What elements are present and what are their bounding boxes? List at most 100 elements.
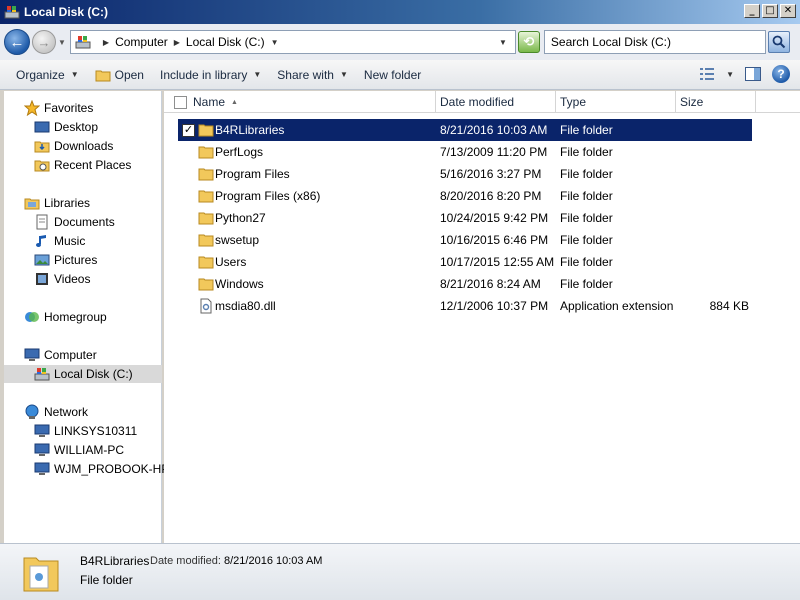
column-header-name[interactable]: Name ▲	[164, 91, 436, 113]
preview-pane-button[interactable]	[742, 63, 764, 85]
breadcrumb-computer[interactable]: Computer	[115, 35, 168, 49]
column-header-date-label: Date modified	[440, 95, 515, 109]
nav-computer[interactable]: Computer	[24, 346, 182, 364]
file-name: Windows	[215, 277, 264, 291]
breadcrumb-local-disk[interactable]: Local Disk (C:)	[186, 35, 265, 49]
folder-icon	[198, 168, 214, 181]
arrow-right-icon: →	[37, 34, 51, 50]
file-type: File folder	[560, 167, 613, 181]
computer-icon	[24, 347, 40, 363]
chevron-down-icon[interactable]: ▼	[726, 70, 734, 79]
details-pane: B4RLibraries Date modified: 8/21/2016 10…	[0, 543, 800, 600]
organize-label: Organize	[16, 67, 65, 82]
search-input[interactable]: Search Local Disk (C:)	[543, 30, 766, 54]
file-date: 7/13/2009 11:20 PM	[440, 145, 548, 159]
videos-icon	[34, 271, 50, 287]
nav-network-wjm-probook-label: WJM_PROBOOK-HP	[54, 462, 170, 476]
minimize-button[interactable]: _	[744, 4, 760, 18]
table-row[interactable]: PerfLogs 7/13/2009 11:20 PM File folder	[178, 141, 752, 163]
table-row[interactable]: Users 10/17/2015 12:55 AM File folder	[178, 251, 752, 273]
nav-homegroup[interactable]: Homegroup	[24, 308, 182, 326]
recent-places-icon	[34, 157, 50, 173]
nav-favorites[interactable]: Favorites	[24, 99, 182, 117]
table-row[interactable]: Program Files 5/16/2016 3:27 PM File fol…	[178, 163, 752, 185]
file-date: 10/16/2015 6:46 PM	[440, 233, 549, 247]
network-computer-icon	[34, 442, 50, 458]
table-row[interactable]: Program Files (x86) 8/20/2016 8:20 PM Fi…	[178, 185, 752, 207]
help-button[interactable]: ?	[772, 65, 790, 83]
nav-music-label: Music	[54, 234, 86, 248]
network-icon	[24, 404, 40, 420]
nav-pictures-label: Pictures	[54, 253, 98, 267]
title-bar: Local Disk (C:) _ □ ✕	[0, 0, 800, 24]
nav-downloads-label: Downloads	[54, 139, 114, 153]
address-history-dropdown[interactable]: ▼	[499, 38, 507, 47]
preview-pane-icon	[745, 67, 761, 81]
table-row[interactable]: msdia80.dll 12/1/2006 10:37 PM Applicati…	[178, 295, 752, 317]
breadcrumb-separator[interactable]: ▶	[103, 38, 109, 47]
back-button[interactable]: ←	[4, 29, 30, 55]
nav-network[interactable]: Network	[24, 403, 182, 421]
file-date: 10/24/2015 9:42 PM	[440, 211, 549, 225]
refresh-button[interactable]: ⟲	[517, 31, 540, 53]
table-row[interactable]: Python27 10/24/2015 9:42 PM File folder	[178, 207, 752, 229]
recent-pages-dropdown[interactable]: ▼	[58, 38, 66, 47]
dll-file-icon	[200, 298, 212, 314]
organize-button[interactable]: Organize ▼	[8, 63, 87, 87]
file-date: 8/21/2016 10:03 AM	[440, 123, 548, 137]
details-type: File folder	[80, 573, 133, 587]
new-folder-button[interactable]: New folder	[356, 63, 429, 87]
breadcrumb-separator[interactable]: ▼	[271, 38, 279, 47]
network-computer-icon	[34, 423, 50, 439]
table-row[interactable]: swsetup 10/16/2015 6:46 PM File folder	[178, 229, 752, 251]
chevron-down-icon: ▼	[70, 70, 79, 79]
file-type: File folder	[560, 277, 613, 291]
folder-icon	[198, 124, 214, 137]
drive-icon	[4, 6, 20, 19]
folder-icon	[198, 278, 214, 291]
column-header-type[interactable]: Type	[556, 91, 676, 113]
maximize-button[interactable]: □	[762, 4, 778, 18]
search-icon	[772, 35, 786, 49]
folder-icon	[198, 212, 214, 225]
view-options-button[interactable]	[696, 63, 718, 85]
include-in-library-button[interactable]: Include in library ▼	[152, 63, 269, 87]
file-type: File folder	[560, 189, 613, 203]
address-bar[interactable]: ▶ Computer ▶ Local Disk (C:) ▼ ▼	[69, 30, 516, 54]
file-name: PerfLogs	[215, 145, 264, 159]
nav-local-disk[interactable]: Local Disk (C:)	[4, 365, 162, 383]
column-header-date[interactable]: Date modified	[436, 91, 556, 113]
column-header-size[interactable]: Size	[676, 91, 756, 113]
file-type: File folder	[560, 145, 613, 159]
file-name: Users	[215, 255, 247, 269]
select-all-checkbox[interactable]	[174, 95, 187, 109]
downloads-icon	[34, 138, 50, 154]
nav-network-linksys-label: LINKSYS10311	[54, 424, 138, 438]
share-with-button[interactable]: Share with ▼	[269, 63, 356, 87]
file-name: Program Files	[215, 167, 290, 181]
open-label: Open	[114, 67, 144, 82]
search-button[interactable]	[767, 31, 790, 53]
file-date: 12/1/2006 10:37 PM	[440, 299, 549, 313]
nav-libraries[interactable]: Libraries	[24, 194, 182, 212]
file-type: File folder	[560, 255, 613, 269]
folder-icon	[198, 190, 214, 203]
table-row[interactable]: Windows 8/21/2016 8:24 AM File folder	[178, 273, 752, 295]
table-row[interactable]: ✓ B4RLibraries 8/21/2016 10:03 AM File f…	[178, 119, 752, 141]
file-date: 8/20/2016 8:20 PM	[440, 189, 542, 203]
network-computer-icon	[34, 461, 50, 477]
breadcrumb-separator[interactable]: ▶	[174, 38, 180, 47]
music-icon	[34, 233, 50, 249]
file-name: B4RLibraries	[215, 123, 285, 137]
row-checkbox[interactable]: ✓	[182, 123, 195, 137]
address-row: ← → ▼ ▶ Computer ▶ Local Disk (C:) ▼ ▼ ⟲…	[0, 24, 800, 60]
column-header-size-label: Size	[680, 95, 704, 109]
close-button[interactable]: ✕	[780, 4, 796, 18]
help-icon: ?	[777, 67, 785, 81]
forward-button[interactable]: →	[32, 30, 56, 54]
share-with-label: Share with	[277, 67, 334, 82]
column-headers: Name ▲ Date modified Type Size	[164, 91, 800, 113]
open-button[interactable]: Open	[87, 63, 152, 87]
folder-icon	[198, 234, 214, 247]
include-in-library-label: Include in library	[159, 67, 248, 82]
